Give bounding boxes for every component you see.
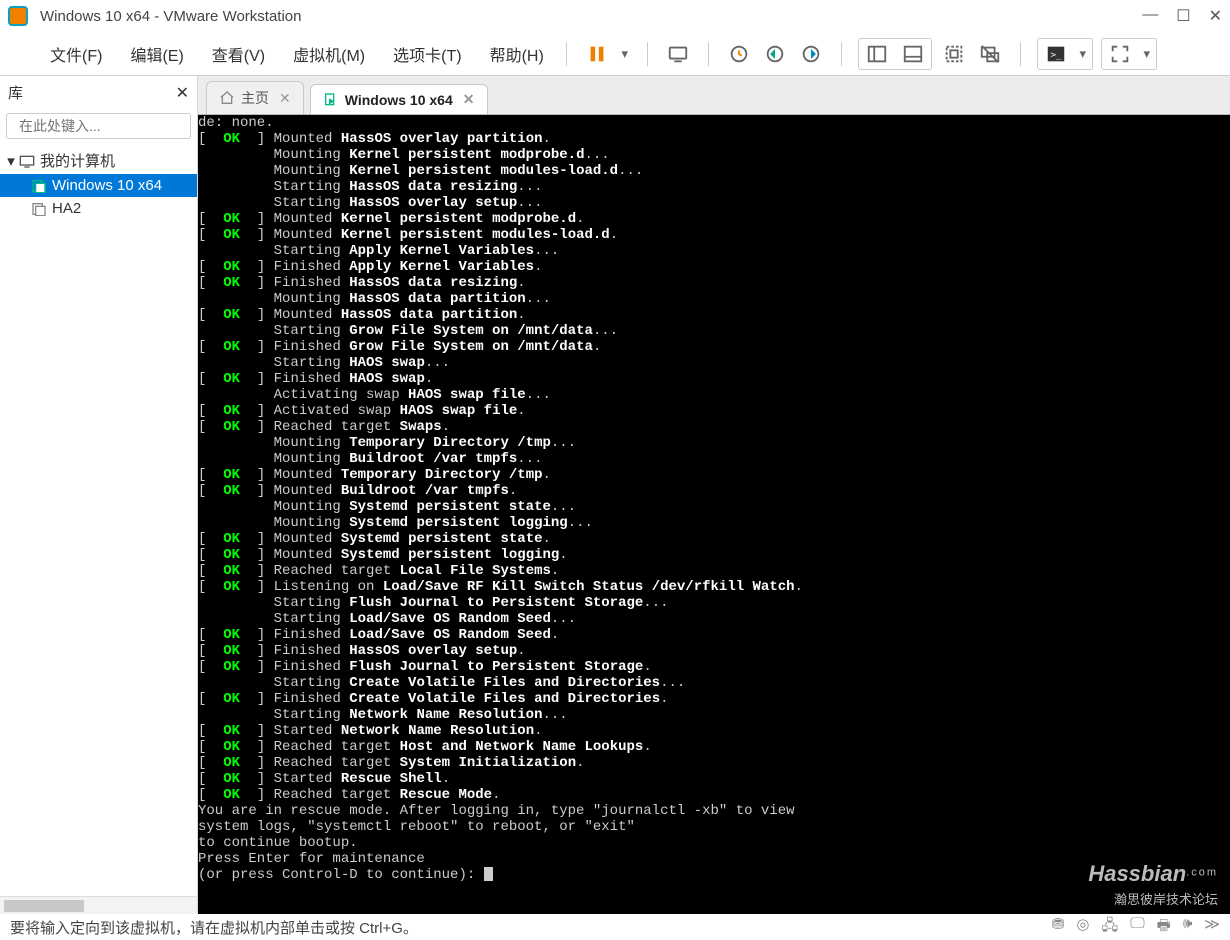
library-search[interactable]: ▾ bbox=[6, 113, 191, 139]
vm-power-dropdown[interactable]: ▾ bbox=[616, 39, 634, 69]
menubar: 文件(F)编辑(E)查看(V)虚拟机(M)选项卡(T)帮助(H) ▾ >_ ▾ … bbox=[0, 32, 1230, 76]
status-bar: 要将输入定向到该虚拟机，请在虚拟机内部单击或按 Ctrl+G。 ⛃ ◎ 🖧 🖵 … bbox=[0, 914, 1230, 940]
menu-edit[interactable]: 编辑(E) bbox=[120, 36, 193, 72]
library-heading: 库 bbox=[8, 82, 23, 103]
snapshot-take-button[interactable] bbox=[722, 39, 756, 69]
menu-help[interactable]: 帮助(H) bbox=[480, 36, 554, 72]
fullscreen-dropdown[interactable]: ▾ bbox=[1139, 39, 1155, 69]
tree-item-0[interactable]: Windows 10 x64 bbox=[0, 174, 197, 197]
menu-vm[interactable]: 虚拟机(M) bbox=[283, 36, 375, 72]
console-view-button[interactable]: >_ bbox=[1039, 39, 1073, 69]
status-printer-icon[interactable]: 🖶 bbox=[1157, 915, 1171, 940]
main-area: 主页✕Windows 10 x64✕ de: none. [ OK ] Moun… bbox=[198, 76, 1230, 914]
tab-0[interactable]: 主页✕ bbox=[206, 81, 304, 114]
tree-root[interactable]: ▾我的计算机 bbox=[0, 147, 197, 174]
window-maximize-button[interactable]: ☐ bbox=[1176, 6, 1190, 26]
tab-bar: 主页✕Windows 10 x64✕ bbox=[198, 76, 1230, 114]
svg-text:>_: >_ bbox=[1050, 49, 1062, 60]
library-tree: ▾我的计算机Windows 10 x64HA2 bbox=[0, 143, 197, 896]
window-title: Windows 10 x64 - VMware Workstation bbox=[40, 8, 1142, 25]
status-cd-icon[interactable]: ◎ bbox=[1076, 915, 1089, 940]
library-sidebar: 库 ✕ ▾ ▾我的计算机Windows 10 x64HA2 bbox=[0, 76, 198, 914]
window-close-button[interactable]: ✕ bbox=[1209, 6, 1222, 26]
status-more-icon[interactable]: ≫ bbox=[1204, 915, 1220, 940]
tree-item-1[interactable]: HA2 bbox=[0, 197, 197, 220]
unity-mode-button[interactable] bbox=[973, 39, 1007, 69]
library-hscrollbar[interactable] bbox=[0, 896, 197, 914]
tab-1[interactable]: Windows 10 x64✕ bbox=[310, 84, 488, 114]
view-sidebar-button[interactable] bbox=[860, 39, 894, 69]
status-display-icon[interactable]: 🖵 bbox=[1130, 915, 1144, 940]
library-search-input[interactable] bbox=[19, 118, 200, 134]
tab-close-0[interactable]: ✕ bbox=[279, 90, 291, 107]
status-disk-icon[interactable]: ⛃ bbox=[1052, 915, 1065, 940]
status-sound-icon[interactable]: 🕪 bbox=[1183, 915, 1192, 940]
vm-console[interactable]: de: none. [ OK ] Mounted HassOS overlay … bbox=[198, 114, 1230, 914]
fullscreen-button[interactable] bbox=[1103, 39, 1137, 69]
status-network-icon[interactable]: 🖧 bbox=[1101, 915, 1118, 940]
menu-tabs[interactable]: 选项卡(T) bbox=[383, 36, 471, 72]
console-view-dropdown[interactable]: ▾ bbox=[1075, 39, 1091, 69]
snapshot-revert-button[interactable] bbox=[758, 39, 792, 69]
menu-view[interactable]: 查看(V) bbox=[202, 36, 275, 72]
status-text: 要将输入定向到该虚拟机，请在虚拟机内部单击或按 Ctrl+G。 bbox=[10, 917, 418, 938]
menu-file[interactable]: 文件(F) bbox=[40, 36, 112, 72]
window-titlebar: Windows 10 x64 - VMware Workstation — ☐ … bbox=[0, 0, 1230, 32]
snapshot-manager-button[interactable] bbox=[794, 39, 828, 69]
app-logo-icon bbox=[8, 6, 28, 26]
view-thumbnail-button[interactable] bbox=[896, 39, 930, 69]
window-minimize-button[interactable]: — bbox=[1142, 6, 1158, 26]
pause-vm-button[interactable] bbox=[580, 39, 614, 69]
fit-guest-button[interactable] bbox=[937, 39, 971, 69]
tab-close-1[interactable]: ✕ bbox=[463, 91, 475, 108]
send-ctrl-alt-del-button[interactable] bbox=[661, 39, 695, 69]
library-close-button[interactable]: ✕ bbox=[176, 83, 189, 103]
